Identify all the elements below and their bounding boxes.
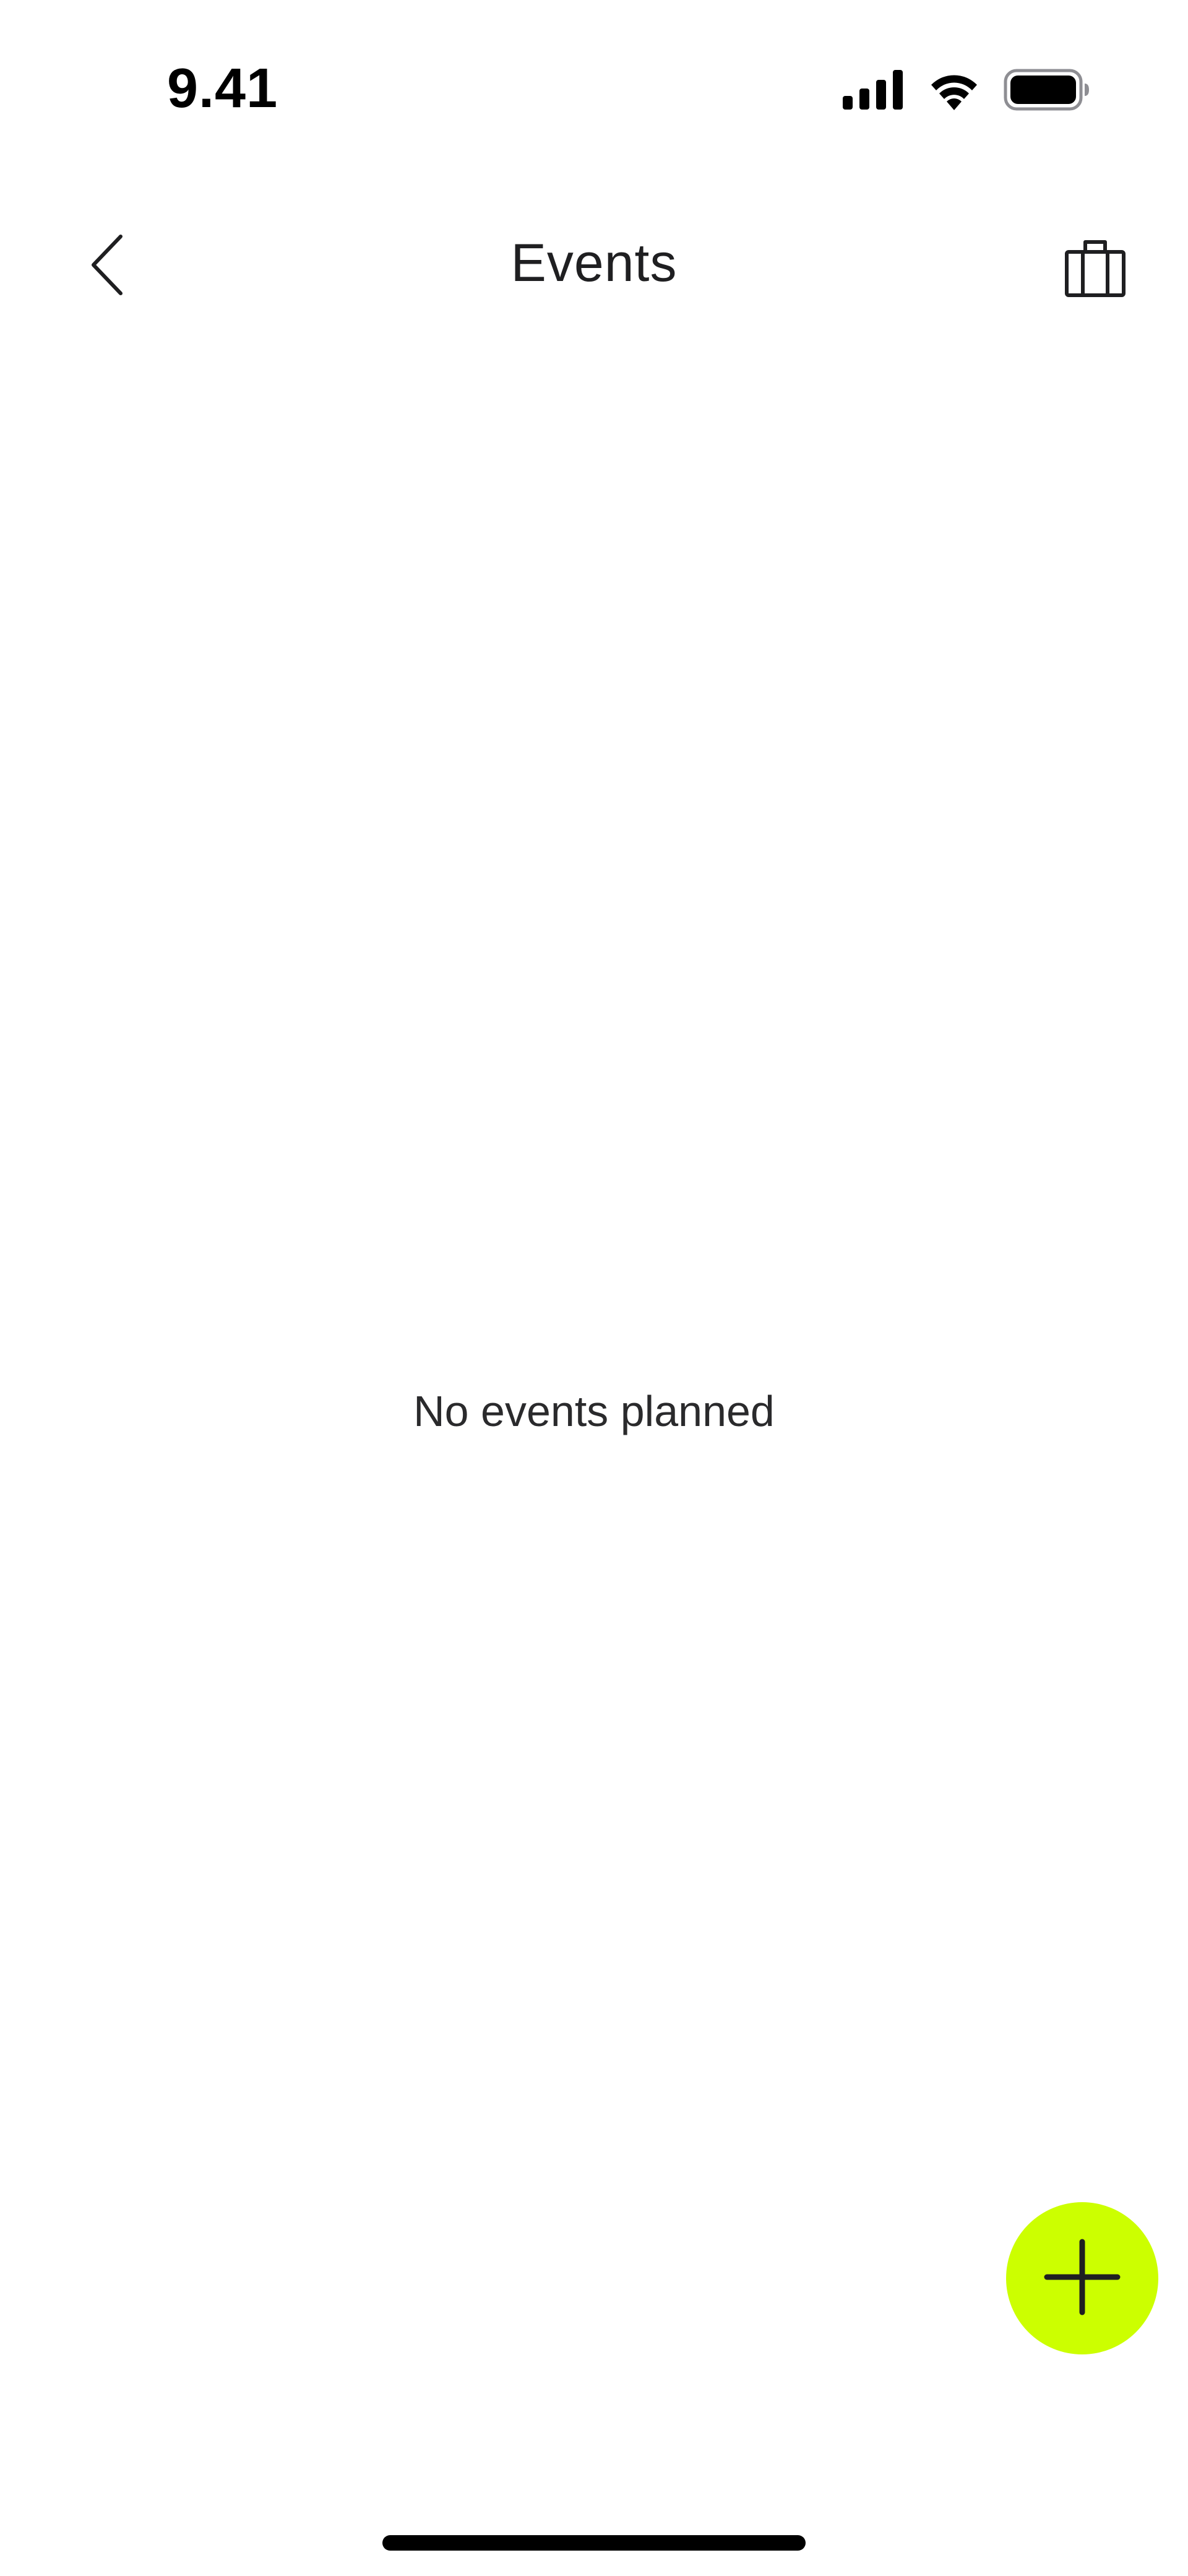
plus-icon bbox=[1042, 2237, 1122, 2320]
suitcase-button[interactable] bbox=[1055, 229, 1135, 309]
suitcase-icon bbox=[1064, 238, 1126, 301]
status-time: 9.41 bbox=[167, 58, 278, 119]
cellular-signal-icon bbox=[843, 70, 905, 110]
header: Events bbox=[0, 204, 1188, 328]
home-indicator bbox=[382, 2535, 806, 2551]
empty-state-message: No events planned bbox=[413, 1387, 775, 1435]
page-title: Events bbox=[510, 233, 678, 293]
add-event-button[interactable] bbox=[1006, 2202, 1158, 2354]
wifi-icon bbox=[926, 69, 983, 110]
status-bar: 9.41 bbox=[0, 0, 1188, 176]
battery-icon bbox=[1004, 69, 1090, 111]
status-icons bbox=[843, 65, 1090, 115]
